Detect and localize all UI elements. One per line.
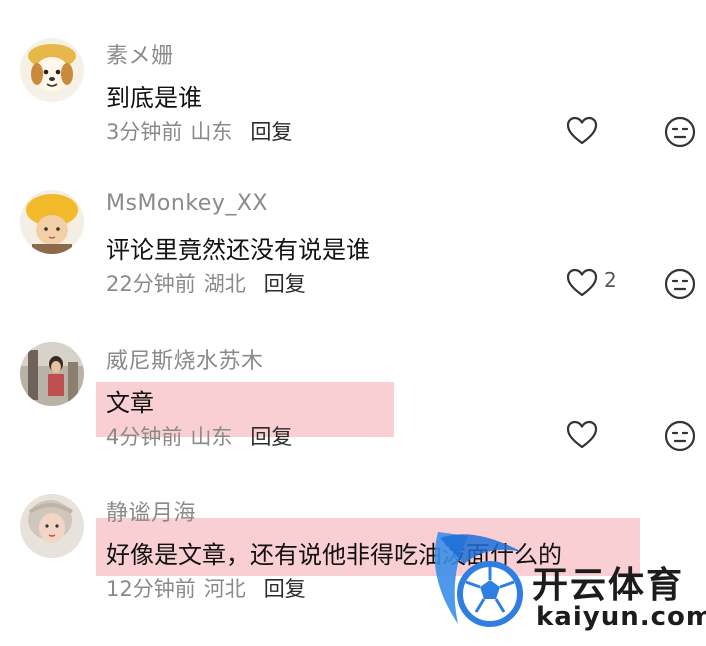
comment-time: 22分钟前 — [106, 272, 196, 296]
watermark-brand-cn: 开云体育 — [532, 565, 685, 606]
comment-text: 评论里竟然还没有说是谁 — [106, 236, 370, 264]
comment-location: 河北 — [203, 577, 246, 601]
comment-location: 山东 — [190, 120, 233, 144]
comment-text: 到底是谁 — [106, 84, 202, 112]
heart-icon[interactable] — [566, 116, 598, 146]
comment-username[interactable]: 素メ姗 — [106, 38, 174, 70]
comment-meta: 22分钟前 湖北 回复 — [106, 268, 306, 298]
dislike-face-icon[interactable] — [664, 116, 696, 148]
avatar[interactable] — [20, 342, 84, 406]
kaiyun-logo-icon — [434, 532, 523, 627]
comment-username[interactable]: MsMonkey_XX — [106, 191, 268, 216]
avatar[interactable] — [20, 38, 84, 102]
comment-time: 12分钟前 — [106, 577, 196, 601]
dislike-face-icon[interactable] — [664, 420, 696, 452]
comment-time: 4分钟前 — [106, 425, 183, 449]
comment-meta: 4分钟前 山东 回复 — [106, 421, 292, 451]
heart-icon[interactable] — [566, 420, 598, 450]
comment-location: 湖北 — [203, 272, 246, 296]
watermark-brand-en: kaiyun.com — [536, 602, 706, 632]
reply-button[interactable]: 回复 — [264, 272, 306, 296]
comment-username[interactable]: 威尼斯烧水苏木 — [106, 343, 264, 375]
comment-location: 山东 — [190, 425, 233, 449]
reply-button[interactable]: 回复 — [250, 425, 292, 449]
comment-text: 文章 — [106, 389, 154, 417]
reply-button[interactable]: 回复 — [250, 120, 292, 144]
comment-meta: 12分钟前 河北 回复 — [106, 573, 306, 603]
dislike-face-icon[interactable] — [664, 268, 696, 300]
comment-username[interactable]: 静谧月海 — [106, 495, 196, 527]
heart-icon[interactable] — [566, 268, 598, 298]
avatar[interactable] — [20, 494, 84, 558]
comment-meta: 3分钟前 山东 回复 — [106, 116, 292, 146]
comment-time: 3分钟前 — [106, 120, 183, 144]
like-count: 2 — [604, 268, 617, 292]
avatar[interactable] — [20, 190, 84, 254]
watermark-logo: 开云体育 kaiyun.com — [418, 516, 706, 646]
reply-button[interactable]: 回复 — [264, 577, 306, 601]
